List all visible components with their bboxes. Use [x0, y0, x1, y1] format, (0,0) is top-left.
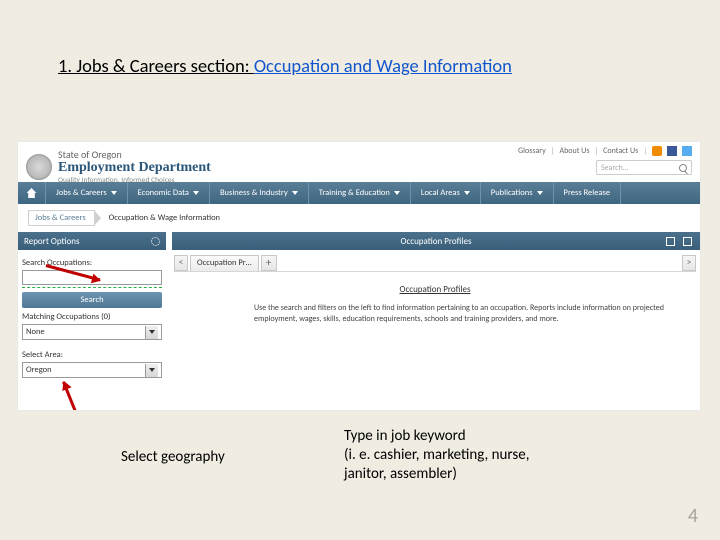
search-icon[interactable] [679, 164, 687, 172]
chevron-down-icon [193, 191, 199, 195]
select-area-label: Select Area: [22, 350, 162, 360]
search-button[interactable]: Search [22, 292, 162, 308]
annotation-line: janitor, assembler) [344, 465, 529, 484]
gear-icon[interactable] [151, 237, 160, 246]
nav-publications[interactable]: Publications [481, 182, 554, 204]
nav-press-release[interactable]: Press Release [554, 182, 622, 204]
panel-headers: Report Options Occupation Profiles [18, 232, 700, 250]
occupation-profiles-header: Occupation Profiles [172, 232, 700, 250]
nav-home[interactable] [18, 182, 46, 204]
home-icon [27, 188, 37, 198]
slide-title-prefix: 1. Jobs & Careers section: [58, 54, 254, 77]
nav-label: Business & Industry [220, 188, 288, 198]
main-pane: < Occupation Pr… + > Occupation Profiles… [174, 254, 696, 325]
select-value: None [26, 327, 45, 337]
annotation-line: (i. e. cashier, marketing, nurse, [344, 446, 529, 465]
page-number: 4 [688, 504, 698, 528]
tab-next-button[interactable]: > [682, 255, 696, 271]
dropdown-button[interactable] [145, 364, 158, 377]
tab-prev-button[interactable]: < [174, 255, 188, 271]
annotation-type-keyword: Type in job keyword (i. e. cashier, mark… [344, 427, 529, 483]
nav-economic-data[interactable]: Economic Data [128, 182, 210, 204]
tab-add-button[interactable]: + [261, 255, 277, 271]
nav-label: Press Release [564, 188, 611, 198]
twitter-icon[interactable] [682, 146, 692, 156]
breadcrumb: Jobs & Careers Occupation & Wage Informa… [28, 210, 220, 226]
nav-label: Publications [491, 188, 533, 198]
chevron-down-icon [149, 368, 155, 372]
breadcrumb-level1[interactable]: Jobs & Careers [28, 210, 95, 226]
matching-occupations-select[interactable]: None [22, 324, 162, 340]
nav-label: Training & Education [319, 188, 390, 198]
search-occupations-label: Search Occupations: [22, 258, 162, 268]
nav-label: Local Areas [421, 188, 460, 198]
panel-title: Occupation Profiles [401, 236, 472, 247]
sidebar: Search Occupations: Search Matching Occu… [18, 254, 166, 378]
utility-bar: Glossary | About Us | Contact Us | [518, 146, 692, 156]
nav-label: Economic Data [138, 188, 189, 198]
nav-jobs-careers[interactable]: Jobs & Careers [46, 182, 128, 204]
dropdown-button[interactable] [145, 326, 158, 339]
chevron-down-icon [537, 191, 543, 195]
annotation-line: Type in job keyword [344, 427, 529, 446]
tab-occupation-profiles[interactable]: Occupation Pr… [190, 255, 259, 271]
chevron-down-icon [149, 330, 155, 334]
button-label: Search [80, 295, 103, 305]
global-search-input[interactable]: Search… [596, 160, 692, 175]
state-seal-icon [26, 154, 52, 180]
chevron-down-icon [464, 191, 470, 195]
util-glossary[interactable]: Glossary [518, 146, 546, 156]
select-area-select[interactable]: Oregon [22, 362, 162, 378]
content-heading: Occupation Profiles [174, 284, 696, 295]
tab-label: Occupation Pr… [197, 258, 252, 268]
main-nav: Jobs & Careers Economic Data Business & … [18, 182, 700, 204]
facebook-icon[interactable] [667, 146, 677, 156]
content-body: Use the search and filters on the left t… [174, 303, 696, 325]
app-screenshot: Glossary | About Us | Contact Us | Searc… [18, 142, 700, 410]
logo-line2: Employment Department [58, 161, 211, 175]
chevron-down-icon [292, 191, 298, 195]
nav-local-areas[interactable]: Local Areas [411, 182, 481, 204]
slide-title-link: Occupation and Wage Information [254, 54, 512, 77]
breadcrumb-level2: Occupation & Wage Information [109, 213, 220, 223]
nav-training-education[interactable]: Training & Education [309, 182, 411, 204]
util-about[interactable]: About Us [559, 146, 589, 156]
nav-business-industry[interactable]: Business & Industry [210, 182, 309, 204]
slide-title: 1. Jobs & Careers section: Occupation an… [58, 54, 512, 77]
breadcrumb-label: Jobs & Careers [35, 213, 86, 223]
matching-occupations-label: Matching Occupations (0) [22, 312, 162, 322]
site-logo[interactable]: State of Oregon Employment Department Qu… [26, 148, 211, 185]
guide-arrow-green [22, 287, 162, 288]
print-icon[interactable] [666, 237, 675, 246]
chevron-down-icon [111, 191, 117, 195]
tab-bar: < Occupation Pr… + > [174, 254, 696, 272]
export-icon[interactable] [683, 237, 692, 246]
select-value: Oregon [26, 365, 52, 375]
chevron-down-icon [394, 191, 400, 195]
report-options-header: Report Options [18, 232, 166, 250]
nav-label: Jobs & Careers [56, 188, 107, 198]
util-contact[interactable]: Contact Us [603, 146, 638, 156]
annotation-select-geography: Select geography [121, 448, 225, 466]
panel-title: Report Options [24, 236, 80, 247]
rss-icon[interactable] [652, 146, 662, 156]
global-search-placeholder: Search… [601, 163, 628, 173]
annotation-arrow-to-area [62, 382, 128, 410]
